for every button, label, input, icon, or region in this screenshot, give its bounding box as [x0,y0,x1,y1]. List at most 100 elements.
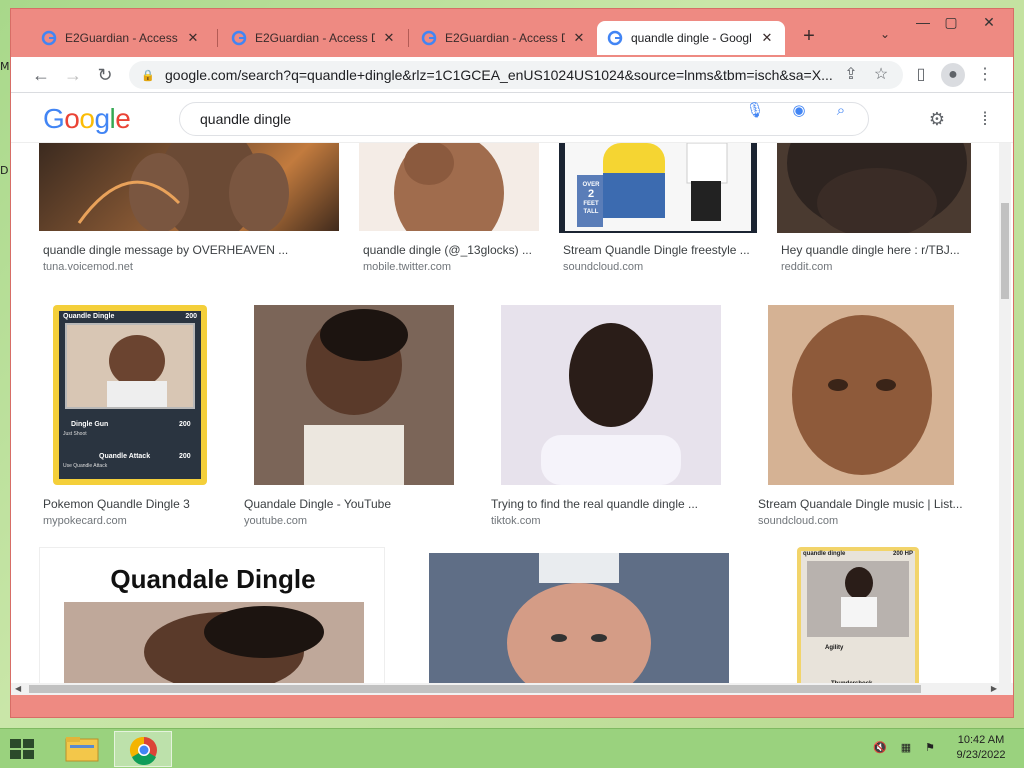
result-thumbnail[interactable]: quandle dingle 200 HP Agility Thundersho… [797,547,919,695]
result-source[interactable]: soundcloud.com [563,261,643,273]
result-thumbnail[interactable] [39,143,339,231]
card-portrait [807,561,909,637]
reload-icon[interactable]: ↻ [93,63,117,87]
result-source[interactable]: mypokecard.com [43,515,127,527]
tab-e2guardian-3[interactable]: E2Guardian - Access De ✕ [411,21,597,55]
image-result-card[interactable]: quandle dingle (@_13glocks) ... mobile.t… [359,143,539,278]
image-result-card[interactable]: Quandale Dingle [39,547,385,695]
tab-e2guardian-1[interactable]: E2Guardian - Access De ✕ [31,21,211,55]
result-title[interactable]: quandle dingle (@_13glocks) ... [363,243,539,257]
pokemon-card-image: quandle dingle 200 HP Agility Thundersho… [801,551,915,695]
result-title[interactable]: Trying to find the real quandle dingle .… [491,497,731,511]
result-title[interactable]: Stream Quandale Dingle music | List... [758,497,970,511]
file-explorer-taskbar-button[interactable] [52,731,110,767]
result-source[interactable]: mobile.twitter.com [363,261,451,273]
system-clock[interactable]: 10:42 AM 9/23/2022 [946,733,1016,763]
new-tab-button[interactable]: + [797,25,821,49]
desktop-icon-label[interactable]: D [0,164,10,178]
camera-lens-icon[interactable]: ◉ [789,101,809,121]
search-input[interactable]: quandle dingle [179,102,869,136]
logo-letter: G [43,103,65,134]
google-icon [41,30,57,46]
image-result-card[interactable]: Stream Quandale Dingle music | List... s… [754,305,972,527]
speaker-muted-icon[interactable]: 🔇 [872,741,888,757]
image-result-card[interactable]: Quandale Dingle - YouTube youtube.com [240,305,468,527]
image-result-card[interactable]: Trying to find the real quandle dingle .… [487,305,735,527]
window-close-button[interactable]: ✕ [969,11,1009,33]
forward-icon[interactable]: → [61,63,85,87]
card-attack2-text: Use Quandle Attack [63,463,108,469]
result-title[interactable]: Hey quandle dingle here : r/TBJ... [781,243,971,257]
result-thumbnail[interactable] [359,143,539,231]
vertical-scrollbar[interactable]: ▼ [999,143,1011,695]
close-icon[interactable]: ✕ [571,30,587,46]
profile-avatar-icon[interactable]: ● [941,63,965,87]
result-thumbnail[interactable]: Quandale Dingle [39,547,385,695]
back-icon[interactable]: ← [29,63,53,87]
side-panel-icon[interactable]: ▯ [909,63,933,87]
tab-title: quandle dingle - Googl [631,31,752,45]
result-source[interactable]: tiktok.com [491,515,541,527]
page-content: Google quandle dingle 🎙 ◉ ⌕ ⚙ ⁞ quandle … [11,93,1013,695]
close-icon[interactable]: ✕ [759,30,775,46]
image-result-card[interactable]: OVER 2 FEET TALL Stream Quandle Dingle f… [559,143,757,278]
google-icon [607,30,623,46]
scroll-right-arrow-icon[interactable]: ▶ [991,684,997,693]
result-thumbnail[interactable] [254,305,454,485]
result-thumbnail[interactable]: OVER 2 FEET TALL [559,143,757,233]
result-thumbnail[interactable] [768,305,954,485]
horizontal-scrollbar[interactable]: ◀ ▶ [11,683,1013,695]
result-thumbnail[interactable]: Quandle Dingle 200 Dingle Gun 200 Just S… [53,305,207,485]
clock-time: 10:42 AM [957,734,1005,746]
result-source[interactable]: tuna.voicemod.net [43,261,133,273]
microphone-icon[interactable]: 🎙 [745,101,765,121]
person-portrait-photo [254,305,454,485]
google-header: Google quandle dingle 🎙 ◉ ⌕ ⚙ ⁞ [11,93,1013,143]
tab-google-search[interactable]: quandle dingle - Googl ✕ [597,21,785,55]
maximize-button[interactable]: ▢ [931,11,971,33]
muscular-figure-image [77,143,289,231]
windows-start-icon[interactable] [8,737,36,761]
menu-kebab-icon[interactable]: ⋮ [973,63,997,87]
result-title[interactable]: Stream Quandle Dingle freestyle ... [563,243,757,257]
image-result-card[interactable]: Quandle Dingle 200 Dingle Gun 200 Just S… [39,305,229,527]
result-source[interactable]: soundcloud.com [758,515,838,527]
tab-title: E2Guardian - Access De [65,31,179,45]
address-bar[interactable]: 🔒 google.com/search?q=quandle+dingle&rlz… [129,61,903,89]
chrome-taskbar-button[interactable] [114,731,172,767]
share-icon[interactable]: ⇪ [839,63,863,87]
result-title[interactable]: quandle dingle message by OVERHEAVEN ... [43,243,335,257]
result-thumbnail[interactable] [501,305,721,485]
lock-icon[interactable]: 🔒 [141,69,155,82]
close-icon[interactable]: ✕ [185,30,201,46]
gear-icon[interactable]: ⚙ [925,107,949,131]
desktop-icon-label[interactable]: M [0,60,10,74]
scrollbar-thumb[interactable] [29,685,921,693]
close-icon[interactable]: ✕ [381,30,397,46]
apps-grid-icon[interactable]: ⁞ [973,107,997,131]
card-attack1: Dingle Gun [71,421,109,428]
person-photo [394,143,504,231]
result-thumbnail[interactable] [405,547,751,695]
result-title[interactable]: Quandale Dingle - YouTube [244,497,468,511]
image-result-card[interactable]: quandle dingle 200 HP Agility Thundersho… [771,547,969,695]
result-thumbnail[interactable] [777,143,971,233]
action-center-icon[interactable]: ⚑ [922,741,938,757]
image-result-card[interactable]: Hey quandle dingle here : r/TBJ... reddi… [777,143,971,278]
scroll-left-arrow-icon[interactable]: ◀ [15,684,21,693]
logo-letter: g [94,103,110,134]
result-title[interactable]: Pokemon Quandle Dingle 3 [43,497,229,511]
result-source[interactable]: youtube.com [244,515,307,527]
search-icon[interactable]: ⌕ [831,101,851,121]
scrollbar-thumb[interactable] [1001,203,1009,299]
folder-icon [65,737,99,762]
google-logo[interactable]: Google [43,103,131,135]
network-icon[interactable]: ▦ [898,741,914,757]
card-attack1-text: Just Shoot [63,431,87,437]
result-source[interactable]: reddit.com [781,261,832,273]
image-result-card[interactable]: quandle dingle message by OVERHEAVEN ...… [39,143,339,278]
bookmark-star-icon[interactable]: ☆ [869,63,893,87]
tab-e2guardian-2[interactable]: E2Guardian - Access De ✕ [221,21,407,55]
tab-search-button[interactable]: ⌄ [875,27,895,47]
image-result-card[interactable] [405,547,751,695]
